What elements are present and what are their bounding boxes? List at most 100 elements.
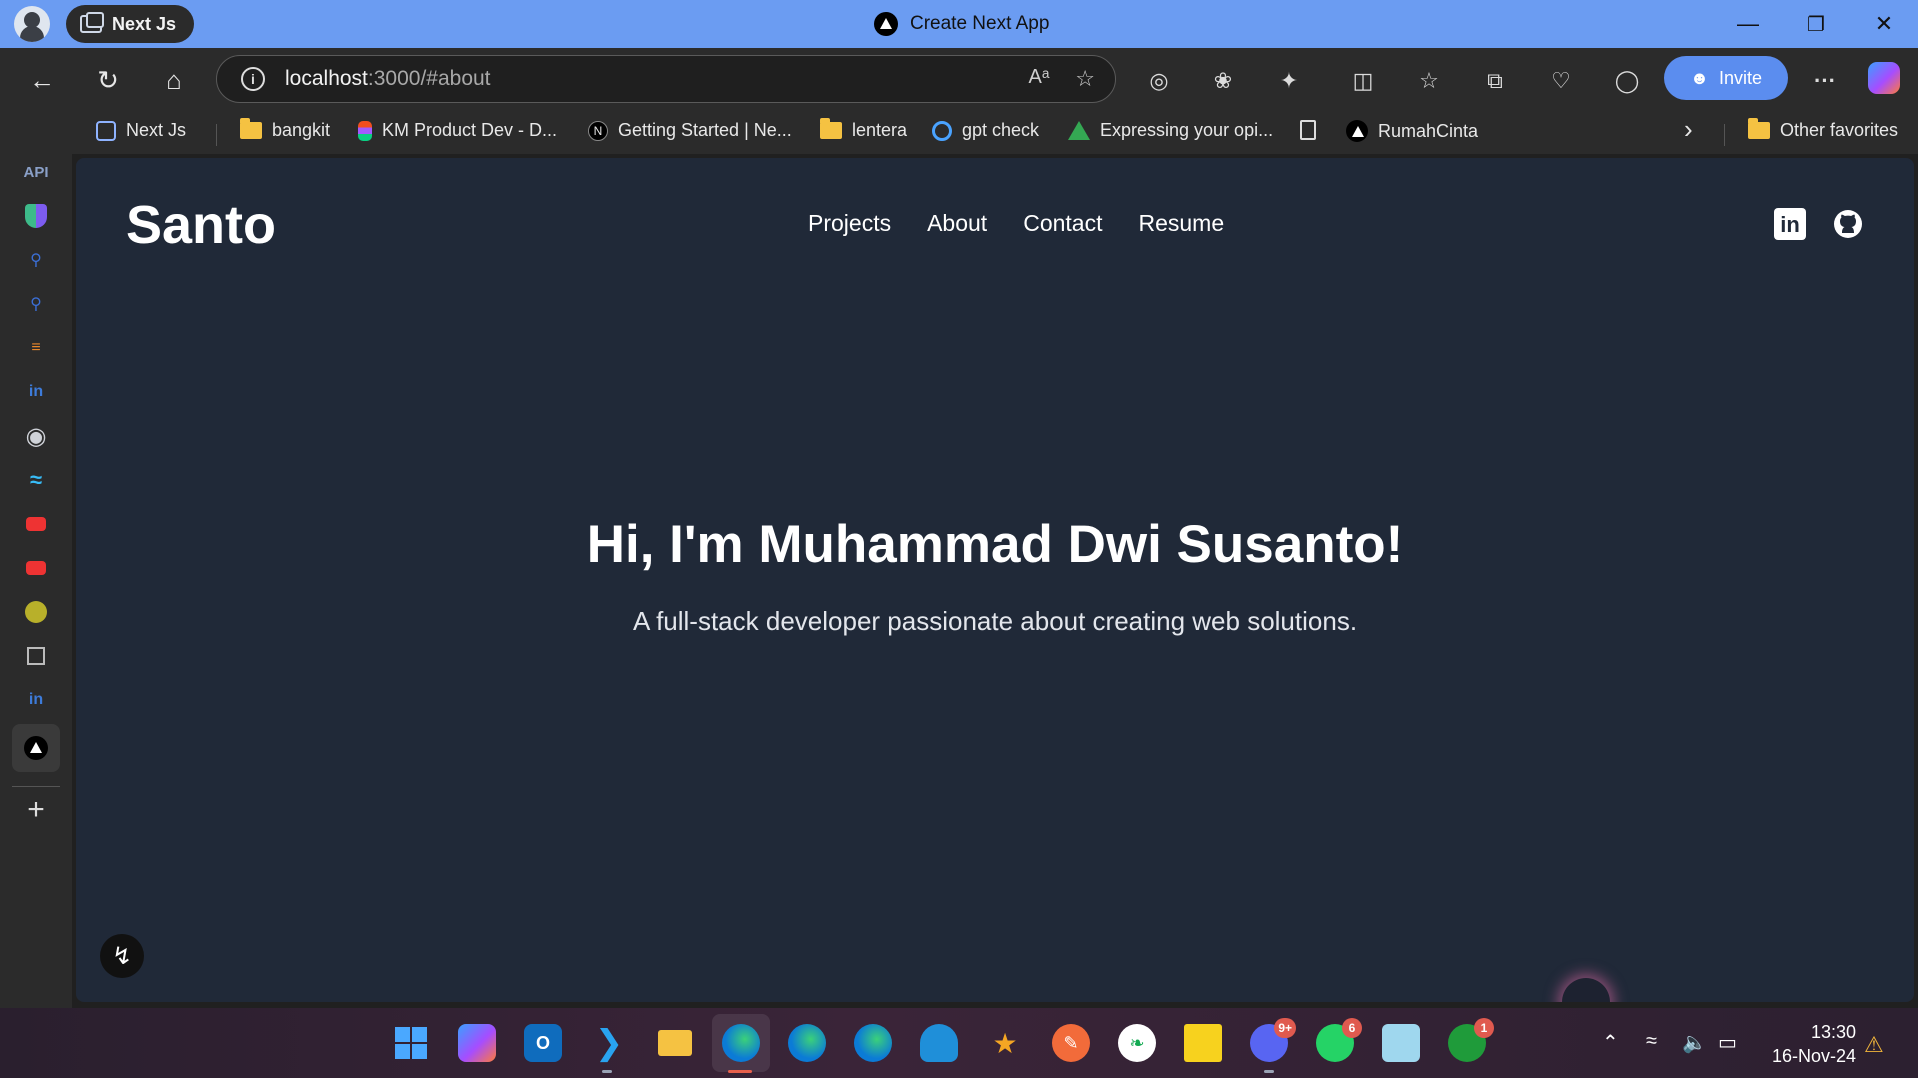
sidebar-item-tailwind[interactable]: ≈	[22, 466, 50, 494]
bookmark-km-product-dev[interactable]: KM Product Dev - D...	[358, 120, 557, 141]
shield-icon	[25, 204, 47, 228]
sidebar-item-search-1[interactable]: ⚲	[22, 246, 50, 274]
xbox-icon[interactable]: 1	[1448, 1018, 1494, 1062]
nav-link-projects[interactable]: Projects	[808, 210, 891, 237]
refresh-icon[interactable]: ↻	[88, 60, 128, 100]
next-app-logo-icon	[24, 736, 48, 760]
lightning-bolt-icon[interactable]: ↯	[100, 934, 144, 978]
bookmarks-overflow-icon[interactable]: ›	[1684, 114, 1693, 145]
minimize-icon[interactable]: —	[1728, 8, 1768, 40]
sidebar-item-youtube-1[interactable]	[22, 510, 50, 538]
gpt-check-icon	[932, 120, 952, 141]
back-icon[interactable]: ←	[22, 60, 62, 100]
copilot-icon[interactable]	[1868, 62, 1900, 94]
github-icon[interactable]	[1832, 208, 1864, 240]
start-windows-icon[interactable]	[392, 1024, 430, 1062]
sidebar-item-active-tab[interactable]	[12, 724, 60, 772]
bookmark-next-js[interactable]: Next Js	[96, 120, 186, 141]
wifi-icon[interactable]: ≈	[1646, 1030, 1657, 1053]
address-bar[interactable]: i localhost:3000/#about Aᵃ ☆	[216, 55, 1116, 103]
sidebar-item-linkedin-2[interactable]: in	[22, 686, 50, 714]
running-indicator	[1264, 1070, 1274, 1073]
sidebar-item-app[interactable]	[22, 598, 50, 626]
sidebar-item-youtube-2[interactable]	[22, 554, 50, 582]
copilot-taskbar-icon[interactable]	[458, 1024, 496, 1062]
vercel-icon	[1346, 120, 1368, 142]
sidebar-item-github[interactable]: ◉	[22, 422, 50, 450]
sidebar-item-api[interactable]: API	[22, 158, 50, 186]
linkedin-icon[interactable]: in	[1774, 208, 1806, 240]
edge-profile-icon[interactable]	[722, 1024, 760, 1062]
system-clock[interactable]: 13:30 16-Nov-24	[1760, 1020, 1856, 1068]
profile-avatar[interactable]	[14, 6, 50, 42]
window-title-text: Create Next App	[910, 13, 1050, 34]
favorites-icon[interactable]: ☆	[1412, 64, 1446, 98]
extension-badge-icon[interactable]: ❀	[1206, 64, 1240, 98]
close-icon[interactable]: ✕	[1864, 8, 1904, 40]
sidebar-item-shield[interactable]	[22, 202, 50, 230]
running-indicator	[602, 1070, 612, 1073]
volume-icon[interactable]: 🔈	[1682, 1030, 1707, 1055]
sidebar-item-linkedin[interactable]: in	[22, 378, 50, 406]
app-logo-icon	[25, 601, 47, 623]
bookmark-expressing-opinion[interactable]: Expressing your opi...	[1068, 120, 1273, 141]
nav-link-contact[interactable]: Contact	[1023, 210, 1102, 237]
home-icon[interactable]: ⌂	[154, 60, 194, 100]
file-explorer-icon[interactable]	[656, 1024, 694, 1062]
bookmark-lentera[interactable]: lentera	[820, 118, 907, 141]
bookmark-gpt-check[interactable]: gpt check	[932, 120, 1039, 141]
postman-like-icon[interactable]: ★	[986, 1024, 1024, 1062]
bookmark-rumahcinta[interactable]: RumahCinta	[1346, 120, 1478, 142]
folder-icon	[1748, 118, 1770, 139]
stackoverflow-icon: ≡	[31, 339, 41, 356]
sidebar-item-stackoverflow[interactable]: ≡	[22, 334, 50, 362]
mongodb-icon[interactable]: ❧	[1118, 1024, 1156, 1062]
sidebar-item-search-2[interactable]: ⚲	[22, 290, 50, 318]
feedback-chat-icon[interactable]: ◯	[1610, 64, 1644, 98]
collections-icon[interactable]: ⧉	[1478, 64, 1512, 98]
nav-link-resume[interactable]: Resume	[1138, 210, 1224, 237]
show-hidden-icons-chevron-up-icon[interactable]: ⌃	[1602, 1030, 1619, 1055]
site-info-icon[interactable]: i	[241, 67, 265, 91]
nav-link-about[interactable]: About	[927, 210, 987, 237]
url-text[interactable]: localhost:3000/#about	[285, 67, 491, 91]
whatsapp-icon[interactable]: 6	[1316, 1018, 1362, 1062]
folder-icon	[658, 1030, 692, 1056]
site-brand-logo[interactable]: Santo	[126, 194, 276, 256]
folder-icon	[240, 118, 262, 139]
notification-bell-icon[interactable]: ⚠	[1864, 1032, 1884, 1058]
more-menu-icon[interactable]: ···	[1808, 64, 1842, 98]
discord-icon[interactable]: 9+	[1250, 1018, 1296, 1062]
edge-icon[interactable]	[788, 1024, 826, 1062]
github-icon: ◉	[25, 422, 47, 450]
favorite-star-icon[interactable]: ☆	[1075, 66, 1095, 92]
clock-time: 13:30	[1810, 1022, 1856, 1042]
read-aloud-icon[interactable]: Aᵃ	[1028, 66, 1049, 92]
extensions-puzzle-icon[interactable]: ✦	[1272, 64, 1306, 98]
postman-icon[interactable]: ✎	[1052, 1024, 1090, 1062]
vscode-icon[interactable]: ❯	[590, 1024, 628, 1062]
new-tab-plus-icon[interactable]: +	[22, 793, 50, 826]
restore-icon[interactable]: ❐	[1796, 8, 1836, 40]
battery-icon[interactable]: ▭	[1718, 1030, 1737, 1055]
floating-orb-widget[interactable]	[1562, 978, 1610, 1002]
invite-button[interactable]: ☻ Invite	[1664, 56, 1788, 100]
outlook-icon[interactable]: O	[524, 1024, 562, 1062]
bookmark-bangkit[interactable]: bangkit	[240, 118, 330, 141]
sticky-notes-icon[interactable]	[1184, 1024, 1222, 1062]
bookmark-blank-page[interactable]	[1300, 120, 1316, 140]
browser-tab[interactable]: Next Js	[66, 5, 195, 43]
extension-target-icon[interactable]: ◎	[1142, 64, 1176, 98]
nextjs-n-icon: N	[588, 120, 608, 141]
edge-dev-icon[interactable]	[854, 1024, 892, 1062]
sidebar-item-square[interactable]	[22, 642, 50, 670]
bookmark-getting-started[interactable]: N Getting Started | Ne...	[588, 120, 792, 141]
title-bar: Next Js Create Next App — ❐ ✕	[0, 0, 1918, 48]
app-frame-icon[interactable]	[1382, 1024, 1420, 1062]
app-icon[interactable]	[920, 1024, 958, 1062]
bookmark-other-favorites[interactable]: Other favorites	[1748, 118, 1898, 141]
youtube-icon	[26, 561, 46, 575]
split-screen-icon[interactable]: ◫	[1346, 64, 1380, 98]
browser-essentials-icon[interactable]: ♡	[1544, 64, 1578, 98]
bookmark-separator	[1724, 124, 1725, 146]
